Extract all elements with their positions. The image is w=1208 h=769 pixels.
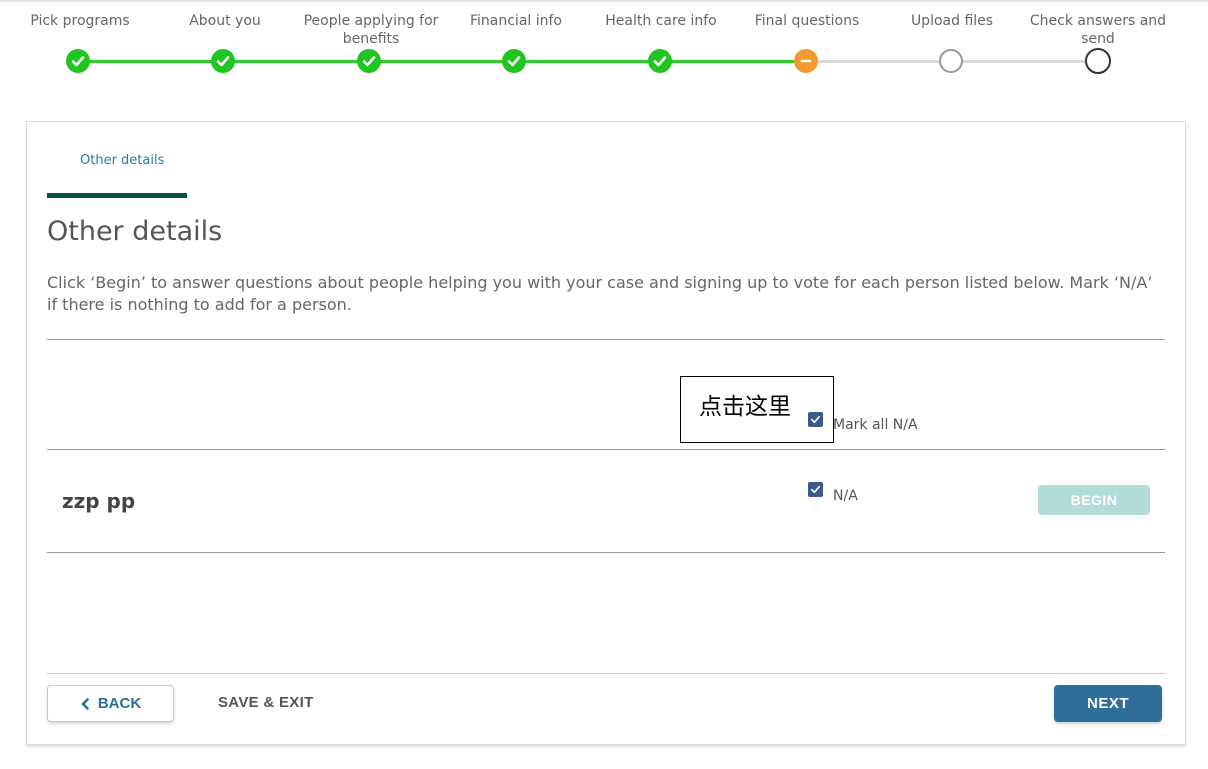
step-dot-financial-info[interactable] (502, 49, 526, 73)
step-dot-check-answers[interactable] (1085, 48, 1111, 74)
back-button-label: BACK (97, 695, 142, 712)
step-label-pick-programs: Pick programs (30, 13, 130, 29)
next-button[interactable]: NEXT (1054, 685, 1162, 722)
annotation-text: 点击这里 (699, 394, 791, 420)
check-icon (653, 56, 667, 67)
active-tab-indicator (47, 193, 187, 198)
person-name: zzp pp (62, 489, 136, 513)
divider (47, 449, 1165, 450)
divider (47, 552, 1165, 553)
mark-all-na-label: Mark all N/A (833, 417, 918, 433)
divider (47, 339, 1165, 340)
progress-stepper: Pick programs About you People applying … (0, 0, 1208, 90)
back-button[interactable]: BACK (47, 685, 174, 722)
check-icon (507, 56, 521, 67)
check-icon (362, 56, 376, 67)
page-title: Other details (47, 216, 223, 247)
step-label-about-you: About you (189, 13, 261, 29)
stepper-progress-line (78, 60, 806, 63)
other-details-card: Other details Other details Click ‘Begin… (26, 121, 1186, 745)
begin-button[interactable]: BEGIN (1038, 485, 1150, 515)
step-label-check-answers: Check answers and send (1029, 13, 1167, 47)
person-na-checkbox[interactable] (808, 482, 823, 497)
chevron-left-icon (81, 697, 89, 710)
step-dot-people-applying[interactable] (357, 49, 381, 73)
minus-icon (800, 59, 812, 63)
check-icon (811, 485, 820, 494)
step-label-final-questions: Final questions (754, 13, 860, 29)
tab-other-details[interactable]: Other details (80, 153, 164, 168)
person-na-label: N/A (833, 488, 858, 504)
step-label-financial-info: Financial info (469, 13, 562, 29)
step-label-health-care-info: Health care info (605, 13, 717, 29)
step-label-upload-files: Upload files (910, 13, 994, 29)
check-icon (71, 56, 85, 67)
step-dot-final-questions[interactable] (794, 49, 818, 73)
annotation-box: 点击这里 (680, 376, 834, 443)
instructions-text: Click ‘Begin’ to answer questions about … (47, 273, 1153, 314)
step-dot-upload-files[interactable] (939, 49, 963, 73)
save-exit-link[interactable]: SAVE & EXIT (218, 694, 314, 711)
step-dot-pick-programs[interactable] (66, 49, 90, 73)
footer-divider (47, 673, 1165, 674)
step-dot-about-you[interactable] (211, 49, 235, 73)
step-label-people-applying: People applying for benefits (303, 13, 439, 47)
step-dot-health-care-info[interactable] (648, 49, 672, 73)
check-icon (216, 56, 230, 67)
